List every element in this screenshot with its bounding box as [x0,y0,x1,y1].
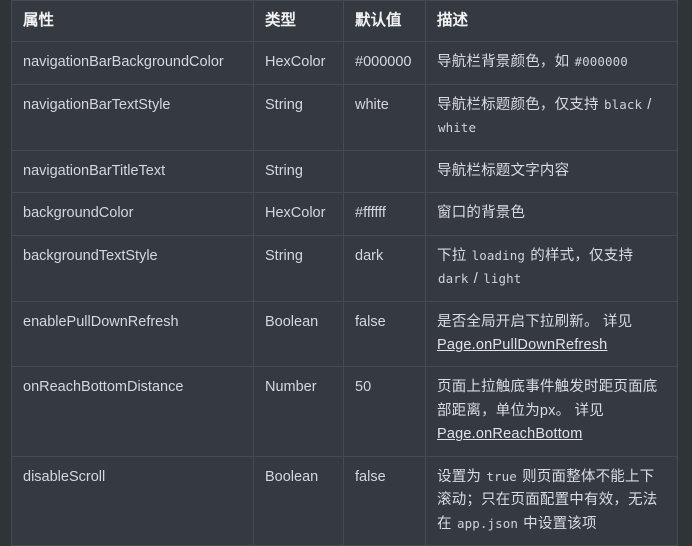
cell-default-value: dark [343,234,426,302]
description-text: 导航栏标题颜色，仅支持 [437,96,603,113]
description-text: 下拉 [437,247,471,264]
inline-code: light [483,271,522,287]
cell-description: 窗口的背景色 [425,192,678,236]
table-row: navigationBarBackgroundColor HexColor #000… [11,41,678,85]
cell-type: Boolean [253,300,344,368]
inline-code: loading [471,247,526,263]
cell-default-value: false [343,455,426,546]
cell-attribute-name: navigationBarTitleText [11,149,254,194]
cell-type: HexColor [253,41,344,85]
table-row: backgroundColor HexColor #ffffff 窗口的背景色 [11,192,678,236]
cell-type: HexColor [253,192,344,236]
inline-code: app.json [456,515,518,531]
cell-attribute-name: navigationBarBackgroundColor [11,41,254,85]
cell-attribute-name: backgroundColor [11,192,254,236]
cell-description: 设置为 true 则页面整体不能上下滚动；只在页面配置中有效，无法在 app.j… [425,455,678,546]
description-text: 页面上拉触底事件触发时距页面底部距离，单位为px。 详见 [437,379,658,419]
cell-attribute-name: navigationBarTextStyle [11,83,254,151]
description-text: 导航栏标题文字内容 [437,162,570,179]
cell-description: 下拉 loading 的样式，仅支持 dark / light [425,234,678,302]
cell-attribute-name: disableScroll [11,455,254,546]
cell-description: 导航栏背景颜色，如 #000000 [425,41,678,85]
cell-attribute-name: onReachBottomDistance [11,366,254,457]
cell-description: 页面上拉触底事件触发时距页面底部距离，单位为px。 详见 Page.onReac… [425,366,678,457]
column-header-default: 默认值 [343,0,426,43]
cell-description: 导航栏标题文字内容 [425,149,678,194]
doc-link[interactable]: Page.onPullDownRefresh [437,337,607,353]
description-text: 导航栏背景颜色，如 [437,54,574,71]
inline-code: dark [438,271,469,287]
cell-default-value [343,149,426,194]
description-text: 是否全局开启下拉刷新。 详见 [437,313,633,330]
table-row: enablePullDownRefresh Boolean false 是否全局开启下… [11,300,678,368]
cell-default-value: #000000 [343,41,426,85]
description-text: 的样式，仅支持 [526,247,634,264]
doc-link[interactable]: Page.onReachBottom [437,426,582,442]
inline-code: #000000 [574,54,628,70]
cell-type: String [253,149,344,194]
cell-type: String [253,83,344,151]
column-header-description: 描述 [425,0,678,43]
description-text: 窗口的背景色 [437,205,526,222]
cell-description: 是否全局开启下拉刷新。 详见 Page.onPullDownRefresh [425,300,678,368]
table-row: backgroundTextStyle String dark 下拉 loading … [11,234,678,302]
table-row: navigationBarTextStyle String white 导航栏标题颜色… [11,83,678,151]
document-body: 属性 类型 默认值 描述 navigationBarBackgroundColo… [0,0,692,546]
table-body: navigationBarBackgroundColor HexColor #000… [11,41,678,546]
description-text: / [643,96,652,113]
cell-type: String [253,234,344,302]
description-text: 设置为 [437,468,486,485]
cell-type: Number [253,366,344,457]
properties-table: 属性 类型 默认值 描述 navigationBarBackgroundColo… [11,0,678,546]
cell-default-value: white [343,83,426,151]
table-header: 属性 类型 默认值 描述 [11,0,678,43]
table-row: onReachBottomDistance Number 50 页面上拉触底事件触发时… [11,366,678,457]
table-row: navigationBarTitleText String 导航栏标题文字内容 [11,149,678,194]
inline-code: white [438,120,477,136]
cell-attribute-name: enablePullDownRefresh [11,300,254,368]
column-header-attribute: 属性 [11,0,254,43]
column-header-type: 类型 [253,0,344,43]
description-text: 中设置该项 [518,515,597,532]
description-text: / [469,271,483,288]
cell-attribute-name: backgroundTextStyle [11,234,254,302]
inline-code: true [486,468,517,484]
cell-default-value: #ffffff [343,192,426,236]
cell-type: Boolean [253,455,344,546]
inline-code: black [603,96,643,112]
table-row: disableScroll Boolean false 设置为 true 则页面整体不… [11,455,678,546]
cell-description: 导航栏标题颜色，仅支持 black / white [425,83,678,151]
cell-default-value: 50 [343,366,426,457]
table-header-row: 属性 类型 默认值 描述 [11,0,678,43]
cell-default-value: false [343,300,426,368]
